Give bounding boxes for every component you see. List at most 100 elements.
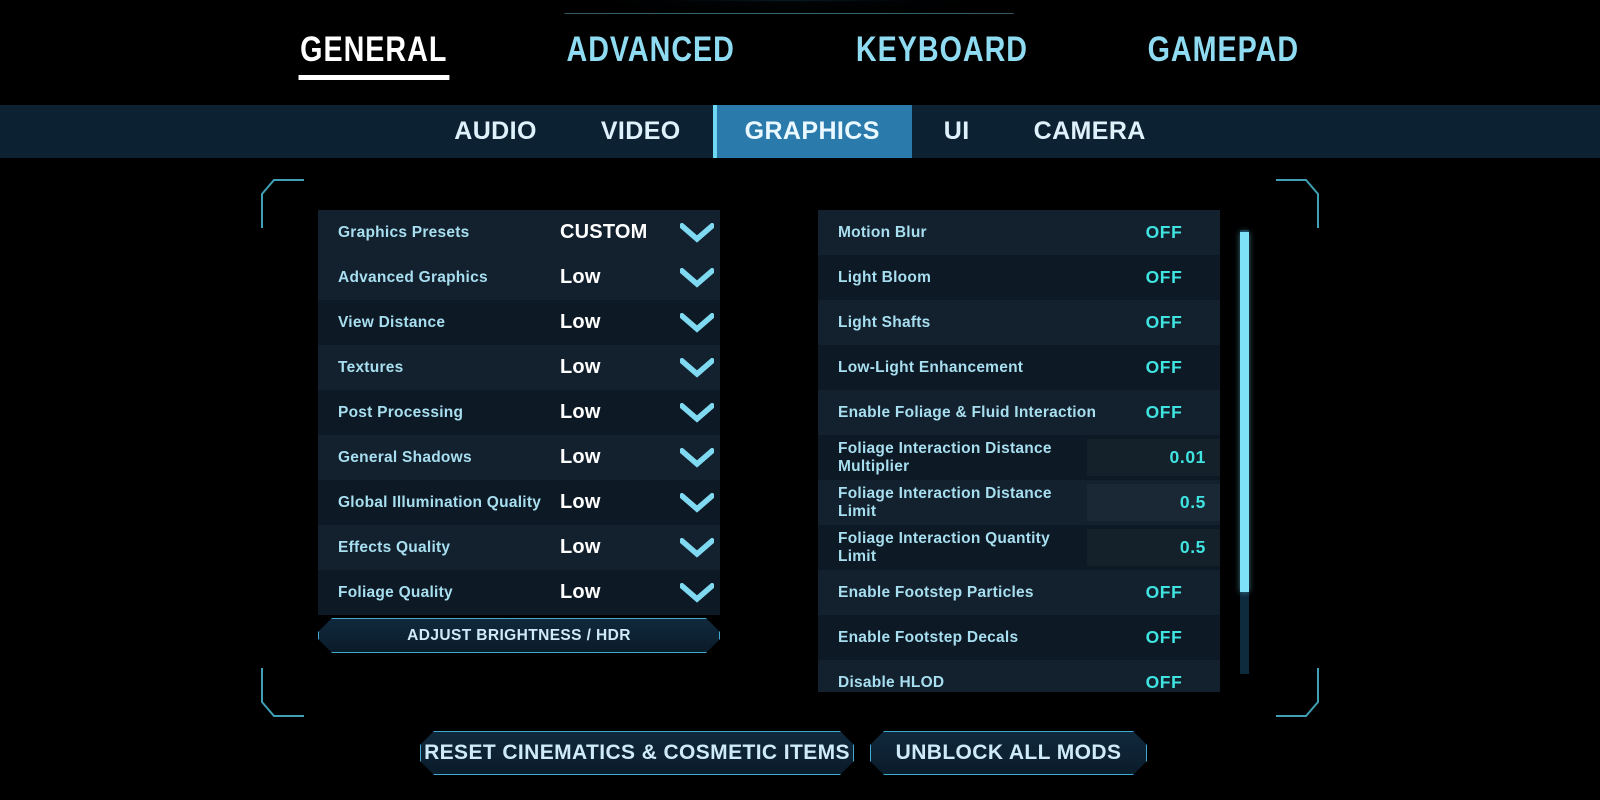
setting-label: Textures	[338, 358, 404, 376]
chevron-down-icon[interactable]	[674, 582, 720, 603]
sub-tab-ui[interactable]: UI	[912, 105, 1002, 158]
setting-slider[interactable]: 0.5	[1087, 480, 1220, 525]
setting-dropdown[interactable]: Low	[560, 581, 720, 604]
setting-row-foliage-interaction-distance-multiplier[interactable]: Foliage Interaction Distance Multiplier 0…	[818, 435, 1220, 480]
setting-value: Low	[560, 266, 601, 288]
chevron-down-icon-shape	[680, 402, 714, 423]
main-tab-keyboard[interactable]: KEYBOARD	[845, 28, 1040, 80]
setting-dropdown[interactable]: Low	[560, 401, 720, 424]
bracket-top-right	[1274, 178, 1322, 228]
setting-value: Low	[560, 311, 601, 333]
setting-value: Low	[560, 536, 601, 558]
setting-label: Graphics Presets	[338, 223, 470, 241]
sub-tab-graphics[interactable]: GRAPHICS	[712, 105, 912, 158]
setting-label: Low-Light Enhancement	[838, 358, 1024, 376]
chevron-down-icon[interactable]	[674, 402, 720, 423]
setting-slider[interactable]: 0.01	[1087, 435, 1220, 480]
scrollbar-thumb[interactable]	[1240, 232, 1249, 592]
chevron-down-icon-shape	[680, 312, 714, 333]
setting-row-enable-foliage-and-fluid-interaction[interactable]: Enable Foliage & Fluid Interaction OFF	[818, 390, 1220, 435]
setting-value[interactable]: OFF	[1108, 357, 1220, 378]
setting-row-general-shadows[interactable]: General Shadows Low	[318, 435, 720, 480]
setting-value[interactable]: OFF	[1108, 222, 1220, 243]
chevron-down-icon-shape	[680, 267, 714, 288]
setting-row-post-processing[interactable]: Post Processing Low	[318, 390, 720, 435]
setting-row-global-illumination-quality[interactable]: Global Illumination Quality Low	[318, 480, 720, 525]
setting-label: View Distance	[338, 313, 446, 331]
setting-row-foliage-interaction-quantity-limit[interactable]: Foliage Interaction Quantity Limit 0.5	[818, 525, 1220, 570]
setting-label: Post Processing	[338, 403, 464, 421]
sub-tab-audio[interactable]: AUDIO	[422, 105, 569, 158]
setting-label: Enable Footstep Particles	[838, 583, 1034, 601]
sub-tab-camera[interactable]: CAMERA	[1002, 105, 1178, 158]
setting-row-motion-blur[interactable]: Motion Blur OFF	[818, 210, 1220, 255]
setting-dropdown[interactable]: Low	[560, 356, 720, 379]
setting-row-textures[interactable]: Textures Low	[318, 345, 720, 390]
setting-dropdown[interactable]: CUSTOM	[560, 221, 720, 244]
top-frame-decoration	[534, 0, 1044, 14]
setting-value[interactable]: OFF	[1108, 582, 1220, 603]
setting-value[interactable]: OFF	[1108, 312, 1220, 333]
setting-row-effects-quality[interactable]: Effects Quality Low	[318, 525, 720, 570]
chevron-down-icon[interactable]	[674, 267, 720, 288]
sub-tab-bar: AUDIO VIDEO GRAPHICS UI CAMERA	[0, 105, 1600, 158]
setting-value[interactable]: OFF	[1108, 627, 1220, 648]
setting-value: Low	[560, 356, 601, 378]
setting-row-foliage-interaction-distance-limit[interactable]: Foliage Interaction Distance Limit 0.5	[818, 480, 1220, 525]
main-tab-advanced[interactable]: ADVANCED	[555, 28, 746, 80]
setting-row-advanced-graphics[interactable]: Advanced Graphics Low	[318, 255, 720, 300]
chevron-down-icon[interactable]	[674, 357, 720, 378]
chevron-down-icon-shape	[680, 582, 714, 603]
setting-row-disable-hlod[interactable]: Disable HLOD OFF	[818, 660, 1220, 692]
setting-dropdown[interactable]: Low	[560, 536, 720, 559]
chevron-down-icon[interactable]	[674, 312, 720, 333]
right-panel-scrollbar[interactable]	[1240, 230, 1249, 674]
reset-cinematics-cosmetics-button[interactable]: RESET CINEMATICS & COSMETIC ITEMS	[420, 731, 854, 775]
chevron-down-icon-shape	[680, 222, 714, 243]
setting-slider[interactable]: 0.5	[1087, 525, 1220, 570]
setting-label: Advanced Graphics	[338, 268, 488, 286]
adjust-brightness-hdr-button[interactable]: ADJUST BRIGHTNESS / HDR	[318, 618, 720, 653]
chevron-down-icon[interactable]	[674, 222, 720, 243]
graphics-settings-right-panel: Motion Blur OFF Light Bloom OFF Light Shafts…	[818, 210, 1220, 692]
setting-value: 0.5	[1179, 492, 1206, 512]
setting-row-enable-footstep-particles[interactable]: Enable Footstep Particles OFF	[818, 570, 1220, 615]
main-tab-general[interactable]: GENERAL	[289, 28, 459, 80]
chevron-down-icon-shape	[680, 537, 714, 558]
setting-label: Foliage Interaction Distance Limit	[838, 484, 1052, 520]
chevron-down-icon[interactable]	[674, 537, 720, 558]
setting-value[interactable]: OFF	[1108, 402, 1220, 423]
setting-label: Light Bloom	[838, 268, 932, 286]
chevron-down-icon-shape	[680, 357, 714, 378]
setting-dropdown[interactable]: Low	[560, 311, 720, 334]
setting-label: Foliage Quality	[338, 583, 453, 601]
setting-value: Low	[560, 446, 601, 468]
setting-dropdown[interactable]: Low	[560, 266, 720, 289]
setting-value[interactable]: OFF	[1108, 267, 1220, 288]
setting-row-light-shafts[interactable]: Light Shafts OFF	[818, 300, 1220, 345]
setting-label: Effects Quality	[338, 538, 451, 556]
setting-row-enable-footstep-decals[interactable]: Enable Footstep Decals OFF	[818, 615, 1220, 660]
setting-row-graphics-presets[interactable]: Graphics Presets CUSTOM	[318, 210, 720, 255]
setting-row-foliage-quality[interactable]: Foliage Quality Low	[318, 570, 720, 615]
graphics-settings-left-panel: Graphics Presets CUSTOM Advanced Graphics L…	[318, 210, 720, 615]
bracket-bottom-right	[1274, 668, 1322, 718]
setting-value: 0.5	[1179, 537, 1206, 557]
unblock-all-mods-button[interactable]: UNBLOCK ALL MODS	[870, 731, 1147, 775]
setting-value[interactable]: OFF	[1108, 672, 1220, 692]
bracket-bottom-left	[258, 668, 306, 718]
setting-row-light-bloom[interactable]: Light Bloom OFF	[818, 255, 1220, 300]
reset-cinematics-cosmetics-label: RESET CINEMATICS & COSMETIC ITEMS	[424, 741, 850, 764]
setting-row-low-light-enhancement[interactable]: Low-Light Enhancement OFF	[818, 345, 1220, 390]
setting-label: General Shadows	[338, 448, 472, 466]
setting-dropdown[interactable]: Low	[560, 491, 720, 514]
adjust-brightness-hdr-label: ADJUST BRIGHTNESS / HDR	[407, 626, 631, 644]
setting-dropdown[interactable]: Low	[560, 446, 720, 469]
main-tab-gamepad[interactable]: GAMEPAD	[1136, 28, 1310, 80]
chevron-down-icon[interactable]	[674, 447, 720, 468]
setting-label: Enable Footstep Decals	[838, 628, 1019, 646]
sub-tab-video[interactable]: VIDEO	[569, 105, 713, 158]
chevron-down-icon[interactable]	[674, 492, 720, 513]
setting-label: Enable Foliage & Fluid Interaction	[838, 403, 1097, 421]
setting-row-view-distance[interactable]: View Distance Low	[318, 300, 720, 345]
